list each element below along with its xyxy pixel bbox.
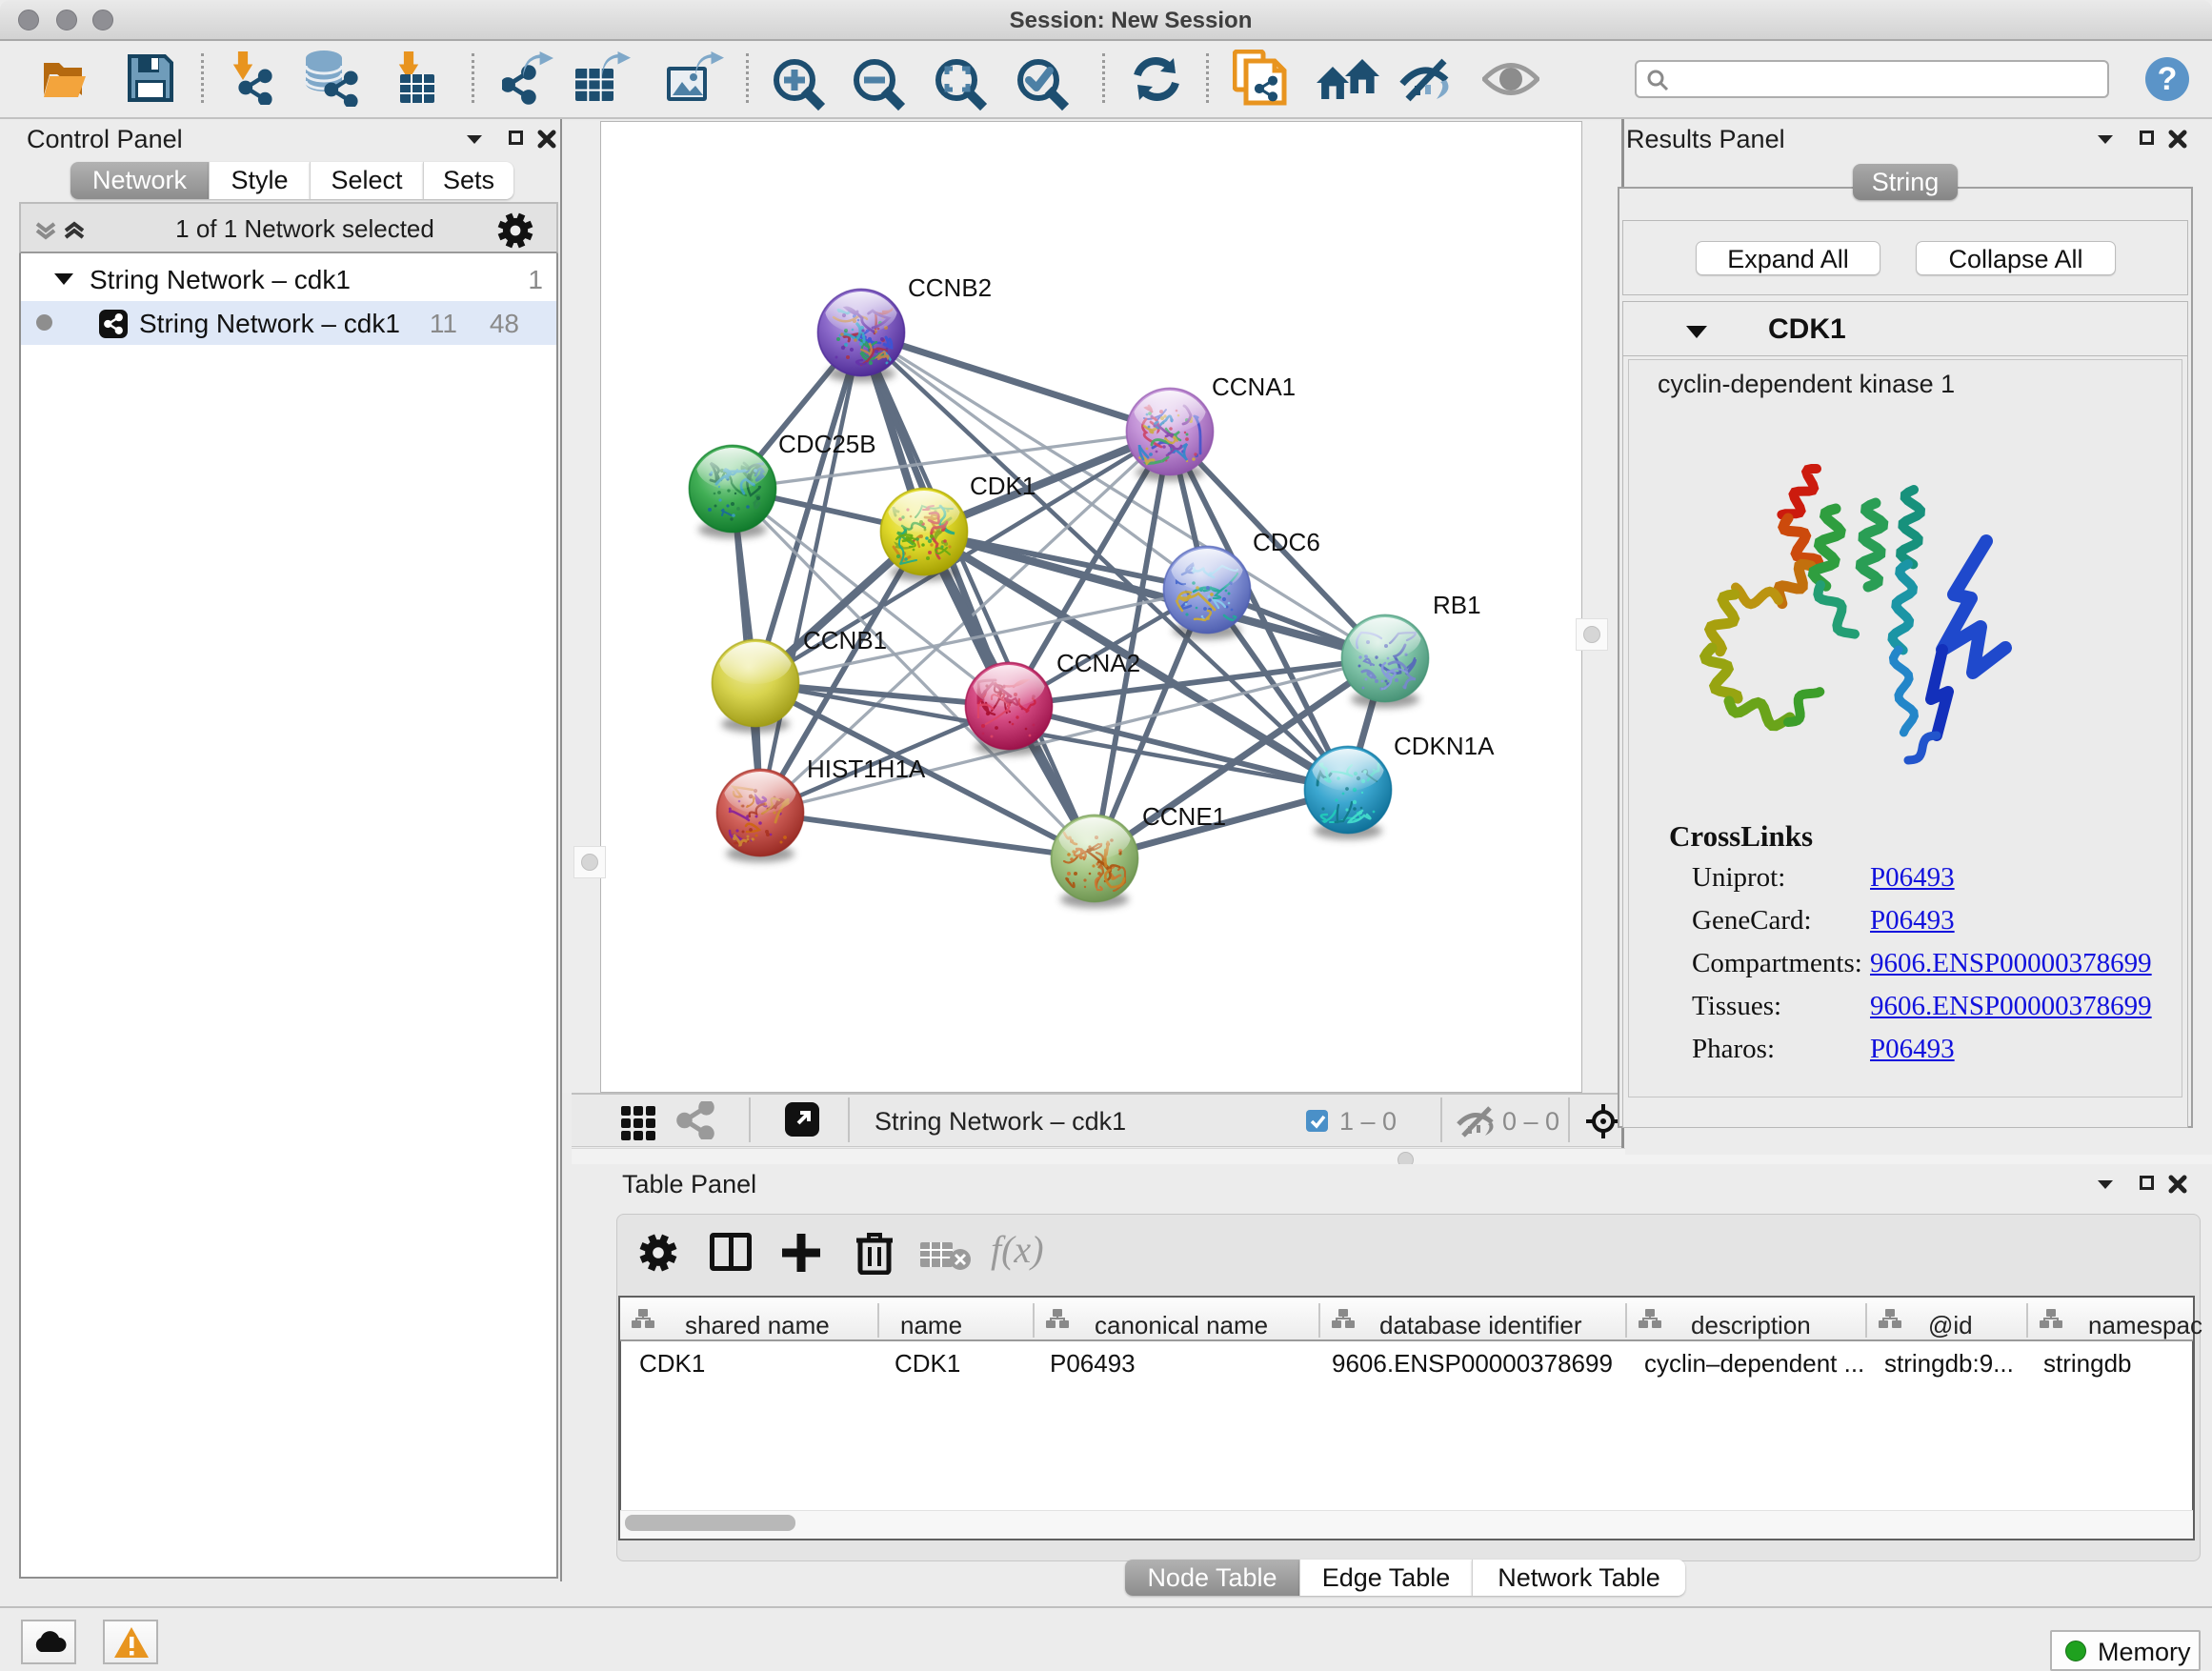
svg-text:CDKN1A: CDKN1A: [1394, 732, 1495, 760]
svg-text:CCNB1: CCNB1: [803, 626, 887, 654]
svg-text:CDC25B: CDC25B: [778, 430, 876, 458]
svg-text:HIST1H1A: HIST1H1A: [807, 755, 926, 783]
svg-text:CCNB2: CCNB2: [908, 273, 992, 302]
svg-text:CDC6: CDC6: [1253, 528, 1320, 556]
svg-text:CDK1: CDK1: [970, 472, 1036, 500]
svg-text:CCNA1: CCNA1: [1212, 372, 1296, 401]
svg-text:RB1: RB1: [1433, 591, 1481, 619]
svg-text:CCNE1: CCNE1: [1142, 802, 1226, 831]
svg-text:CCNA2: CCNA2: [1056, 649, 1140, 677]
